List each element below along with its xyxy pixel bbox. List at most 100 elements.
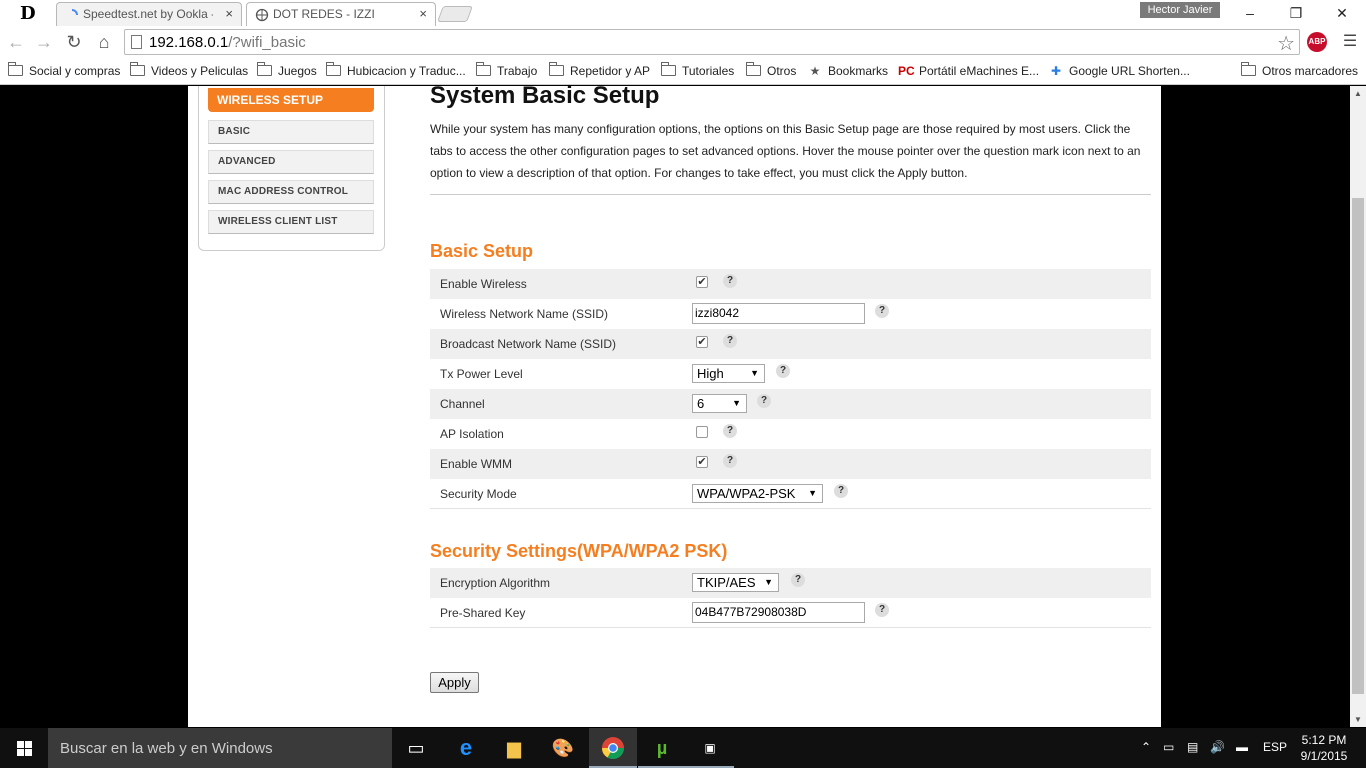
broadcast-ssid-checkbox[interactable]: ✔	[696, 336, 708, 348]
battery-icon[interactable]: ▭	[1163, 740, 1174, 754]
tab-strip: D Speedtest.net by Ookla - × DOT REDES -…	[0, 0, 1366, 26]
forward-arrow-icon[interactable]: →	[32, 30, 56, 54]
bookmark-label: Portátil eMachines E...	[919, 64, 1040, 78]
star-icon: ★	[809, 64, 821, 78]
bookmark-folder[interactable]: Trabajo	[476, 62, 537, 82]
new-tab-button[interactable]	[437, 6, 473, 22]
network-icon[interactable]: ▤	[1187, 740, 1198, 754]
back-arrow-icon[interactable]: ←	[4, 30, 28, 54]
bookmark-folder[interactable]: Hubicacion y Traduc...	[326, 62, 466, 82]
pc-icon: PC	[898, 64, 915, 78]
bookmarks-bar: Social y compras Videos y Peliculas Jueg…	[0, 58, 1366, 85]
bookmark-item[interactable]: ★ Bookmarks	[807, 62, 888, 82]
security-mode-select[interactable]: WPA/WPA2-PSK ▼	[692, 484, 823, 503]
help-icon[interactable]: ?	[723, 424, 737, 438]
chrome-icon[interactable]	[589, 728, 637, 768]
help-icon[interactable]: ?	[757, 394, 771, 408]
bookmark-label: Repetidor y AP	[570, 64, 651, 78]
other-bookmarks[interactable]: Otros marcadores	[1241, 62, 1358, 82]
apply-button[interactable]: Apply	[430, 672, 479, 693]
field-label: Enable WMM	[440, 457, 513, 471]
restore-button[interactable]: ❐	[1273, 0, 1319, 26]
sidebar-item-advanced[interactable]: ADVANCED	[208, 150, 374, 174]
start-button[interactable]	[0, 728, 48, 768]
tab-title: Speedtest.net by Ookla -	[83, 7, 213, 21]
enable-wmm-checkbox[interactable]: ✔	[696, 456, 708, 468]
scroll-up-icon[interactable]: ▲	[1354, 89, 1362, 98]
notifications-icon[interactable]: ▬	[1236, 740, 1248, 754]
channel-select[interactable]: 6 ▼	[692, 394, 747, 413]
tx-power-select[interactable]: High ▼	[692, 364, 765, 383]
bookmark-folder[interactable]: Juegos	[257, 62, 317, 82]
bookmark-star-icon[interactable]: ☆	[1277, 31, 1295, 56]
tab-close-icon[interactable]: ×	[225, 6, 233, 21]
bookmark-folder[interactable]: Tutoriales	[661, 62, 734, 82]
edge-icon[interactable]: e	[442, 728, 490, 768]
chevron-down-icon: ▼	[732, 398, 741, 408]
tab-speedtest[interactable]: Speedtest.net by Ookla - ×	[56, 2, 242, 26]
puzzle-icon: ✚	[1050, 64, 1062, 78]
address-bar[interactable]: 192.168.0.1/?wifi_basic ☆	[124, 29, 1300, 55]
help-icon[interactable]: ?	[723, 274, 737, 288]
bookmark-item[interactable]: PC Portátil eMachines E...	[898, 62, 1039, 82]
page-title: System Basic Setup	[430, 86, 660, 109]
profile-button[interactable]: Hector Javier	[1140, 2, 1220, 18]
bookmark-label: Google URL Shorten...	[1069, 64, 1190, 78]
tab-dot-redes[interactable]: DOT REDES - IZZI ×	[246, 2, 436, 26]
ssid-input[interactable]: izzi8042	[692, 303, 865, 324]
sidebar-item-basic[interactable]: BASIC	[208, 120, 374, 144]
adblock-plus-icon[interactable]: ABP	[1307, 32, 1327, 52]
scrollbar-thumb[interactable]	[1352, 198, 1364, 694]
section-title-security: Security Settings(WPA/WPA2 PSK)	[430, 541, 728, 561]
help-icon[interactable]: ?	[834, 484, 848, 498]
minimize-button[interactable]: –	[1227, 0, 1273, 26]
help-icon[interactable]: ?	[875, 304, 889, 318]
home-icon[interactable]: ⌂	[92, 30, 116, 54]
sidebar-item-wireless-client-list[interactable]: WIRELESS CLIENT LIST	[208, 210, 374, 234]
utorrent-icon[interactable]: µ	[638, 728, 686, 768]
pre-shared-key-input[interactable]: 04B477B72908038D	[692, 602, 865, 623]
help-icon[interactable]: ?	[875, 603, 889, 617]
taskbar-search[interactable]: Buscar en la web y en Windows	[48, 728, 392, 768]
task-view-icon[interactable]: ▭	[392, 728, 440, 768]
chrome-menu-icon[interactable]: ☰	[1340, 30, 1360, 54]
tab-close-icon[interactable]: ×	[419, 6, 427, 21]
file-explorer-icon[interactable]: ▆	[490, 728, 538, 768]
clock[interactable]: 5:12 PM 9/1/2015	[1298, 732, 1350, 764]
bookmark-folder[interactable]: Social y compras	[8, 62, 120, 82]
encryption-select[interactable]: TKIP/AES ▼	[692, 573, 779, 592]
page-scrollbar[interactable]: ▲ ▼	[1350, 86, 1366, 727]
sidebar-item-mac-address-control[interactable]: MAC ADDRESS CONTROL	[208, 180, 374, 204]
close-window-button[interactable]: ✕	[1319, 0, 1365, 26]
help-icon[interactable]: ?	[723, 334, 737, 348]
bookmark-label: Hubicacion y Traduc...	[347, 64, 466, 78]
page-icon	[131, 35, 142, 49]
globe-icon	[255, 8, 269, 22]
select-value: 6	[697, 396, 705, 411]
bookmark-folder[interactable]: Repetidor y AP	[549, 62, 650, 82]
chevron-up-icon[interactable]: ⌃	[1141, 740, 1151, 754]
tab-title: DOT REDES - IZZI	[273, 7, 375, 21]
reload-icon[interactable]: ↻	[62, 30, 86, 54]
row-enable-wireless: Enable Wireless ✔ ?	[430, 269, 1151, 299]
enable-wireless-checkbox[interactable]: ✔	[696, 276, 708, 288]
bookmark-folder[interactable]: Otros	[746, 62, 796, 82]
help-icon[interactable]: ?	[791, 573, 805, 587]
volume-icon[interactable]: 🔊	[1210, 740, 1225, 754]
bookmark-folder[interactable]: Videos y Peliculas	[130, 62, 248, 82]
command-prompt-icon[interactable]: ▣	[686, 728, 734, 768]
help-icon[interactable]: ?	[776, 364, 790, 378]
sidebar-header[interactable]: WIRELESS SETUP	[208, 88, 374, 112]
field-label: Wireless Network Name (SSID)	[440, 307, 609, 321]
row-security-mode: Security Mode WPA/WPA2-PSK ▼ ?	[430, 479, 1151, 509]
language-indicator[interactable]: ESP	[1263, 740, 1287, 754]
loading-icon	[71, 9, 78, 16]
field-label: Broadcast Network Name (SSID)	[440, 337, 617, 351]
bookmark-item[interactable]: ✚ Google URL Shorten...	[1048, 62, 1190, 82]
intro-text: While your system has many configuration…	[430, 122, 1141, 180]
help-icon[interactable]: ?	[723, 454, 737, 468]
ap-isolation-checkbox[interactable]	[696, 426, 708, 438]
scroll-down-icon[interactable]: ▼	[1354, 715, 1362, 724]
search-placeholder: Buscar en la web y en Windows	[60, 740, 273, 757]
paint-icon[interactable]: 🎨	[539, 728, 587, 768]
